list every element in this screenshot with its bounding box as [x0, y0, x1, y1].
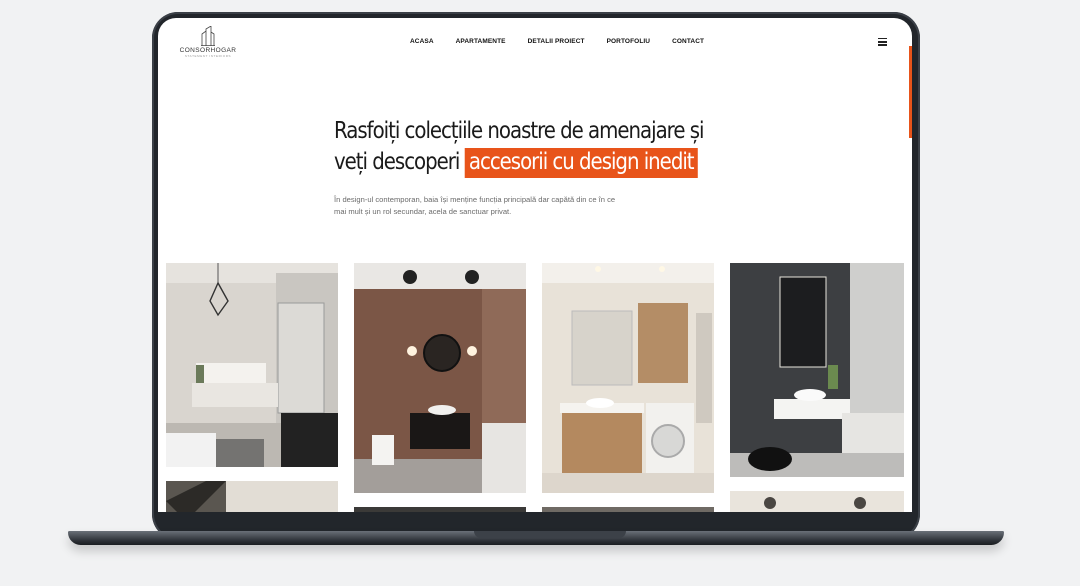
logo-tagline: STATEMENT INTERIORS [184, 54, 232, 58]
gallery-photo-bathroom-4[interactable] [730, 263, 904, 477]
hero-headline: Rasfoiți colecțiile noastre de amenajare… [334, 116, 704, 178]
headline-line-1: Rasfoiți colecțiile noastre de amenajare… [334, 118, 704, 144]
scroll-indicator[interactable] [909, 46, 912, 138]
laptop-notch [474, 531, 626, 538]
gallery-photo-bathroom-3[interactable] [542, 263, 714, 493]
logo-brand-text: CONSORHOGAR [179, 47, 237, 54]
hero-intro-text: În design-ul contemporan, baia își menți… [334, 194, 634, 218]
gallery-photo-bathroom-1[interactable] [166, 263, 338, 467]
hamburger-menu-icon[interactable] [878, 38, 887, 46]
gallery-photo-bathroom-5[interactable] [166, 481, 338, 512]
intro-line-2: mai mult și un rol secundar, acela de sa… [334, 207, 512, 216]
nav-item-detalii-proiect[interactable]: DETALII PROIECT [528, 38, 585, 45]
intro-line-1: În design-ul contemporan, baia își menți… [334, 195, 616, 204]
gallery-photo-bathroom-7[interactable] [542, 507, 714, 512]
gallery-photo-bathroom-6[interactable] [354, 507, 526, 512]
browser-viewport: CONSORHOGAR STATEMENT INTERIORS ACASA AP… [158, 18, 912, 512]
nav-item-acasa[interactable]: ACASA [410, 38, 434, 45]
main-nav: ACASA APARTAMENTE DETALII PROIECT PORTOF… [410, 38, 704, 45]
hero-section: Rasfoiți colecțiile noastre de amenajare… [334, 116, 754, 178]
headline-highlight: accesorii cu design inedit [464, 148, 698, 178]
building-logo-icon [201, 26, 215, 46]
nav-item-apartamente[interactable]: APARTAMENTE [456, 38, 506, 45]
gallery-photo-bathroom-8[interactable] [730, 491, 904, 512]
gallery-photo-bathroom-2[interactable] [354, 263, 526, 493]
site-logo[interactable]: CONSORHOGAR STATEMENT INTERIORS [178, 26, 238, 58]
nav-item-contact[interactable]: CONTACT [672, 38, 704, 45]
nav-item-portofoliu[interactable]: PORTOFOLIU [607, 38, 651, 45]
headline-line-2-prefix: veți descoperi [334, 149, 465, 175]
